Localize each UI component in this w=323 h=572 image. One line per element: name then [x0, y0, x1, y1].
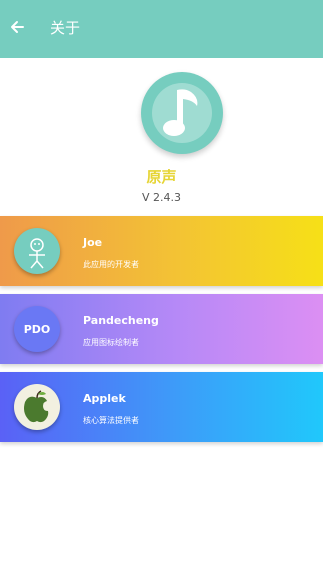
- credit-role: 此应用的开发者: [83, 260, 139, 269]
- avatar: [14, 384, 60, 430]
- bitten-apple-icon: [24, 390, 49, 423]
- avatar: PDO: [14, 306, 60, 352]
- credit-name: Applek: [83, 392, 126, 405]
- app-name: 原声: [146, 168, 177, 186]
- pdo-text: PDO: [24, 323, 51, 336]
- app-logo: [141, 72, 223, 154]
- toolbar: 关于: [0, 0, 323, 58]
- credit-role: 核心算法提供者: [83, 416, 139, 425]
- arrow-left-icon[interactable]: [8, 18, 26, 36]
- credit-card-applek[interactable]: Applek 核心算法提供者: [0, 372, 323, 442]
- credit-name: Joe: [83, 236, 103, 249]
- music-note-icon: [152, 83, 212, 143]
- page-title: 关于: [50, 19, 81, 37]
- pdo-badge-icon: PDO: [24, 323, 51, 336]
- app-version: V 2.4.3: [141, 191, 181, 204]
- credit-card-joe[interactable]: Joe 此应用的开发者: [0, 216, 323, 286]
- credit-card-pandecheng[interactable]: PDO Pandecheng 应用图标绘制者: [0, 294, 323, 364]
- avatar: [14, 228, 60, 274]
- credit-role: 应用图标绘制者: [83, 338, 139, 347]
- credit-name: Pandecheng: [83, 314, 159, 327]
- stick-figure-icon: [29, 238, 45, 269]
